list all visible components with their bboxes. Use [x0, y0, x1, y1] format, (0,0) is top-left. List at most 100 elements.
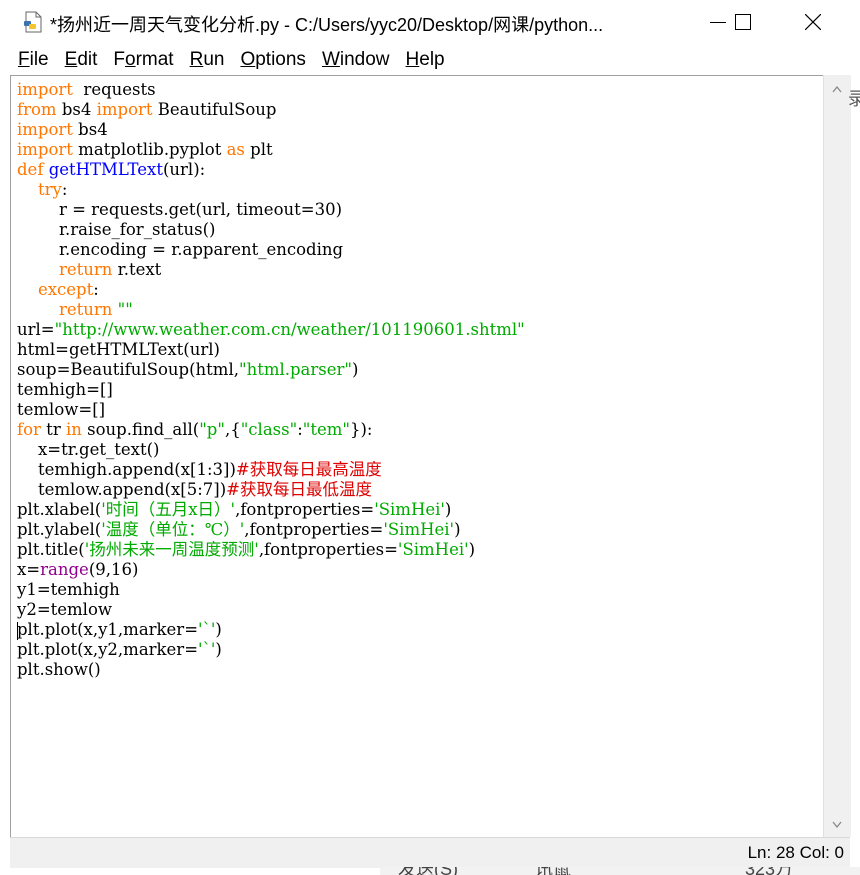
menu-format[interactable]: Format	[113, 49, 173, 71]
code-token: x=tr.get_text()	[17, 440, 160, 459]
code-token: plt.plot(x,y2,marker=	[17, 640, 199, 659]
code-line[interactable]: plt.plot(x,y2,marker='`')	[17, 640, 525, 660]
chevron-down-icon[interactable]	[832, 821, 842, 829]
background-count: 323万	[745, 867, 793, 875]
code-token: temlow=[]	[17, 400, 106, 419]
code-line[interactable]: y2=temlow	[17, 600, 525, 620]
code-token: }):	[350, 420, 373, 439]
code-token: (url):	[162, 160, 206, 179]
code-token: tr	[40, 420, 66, 439]
menu-edit[interactable]: Edit	[65, 49, 98, 71]
code-text[interactable]: import requests from bs4 import Beautiful…	[17, 80, 525, 680]
code-line[interactable]: temlow.append(x[5:7])#获取每日最低温度	[17, 480, 525, 500]
code-line[interactable]: return ""	[17, 300, 525, 320]
code-token: ,fontproperties=	[235, 500, 375, 519]
code-line[interactable]: try:	[17, 180, 525, 200]
code-line[interactable]: from bs4 import BeautifulSoup	[17, 100, 525, 120]
code-line[interactable]: import requests	[17, 80, 525, 100]
code-line[interactable]: plt.ylabel('温度（单位：℃）',fontproperties='Si…	[17, 520, 525, 540]
code-token: range	[40, 560, 89, 579]
code-line[interactable]: x=range(9,16)	[17, 560, 525, 580]
code-line[interactable]: x=tr.get_text()	[17, 440, 525, 460]
code-token: plt.ylabel(	[17, 520, 102, 539]
code-token: soup=BeautifulSoup(html,	[17, 360, 239, 379]
vertical-scrollbar[interactable]	[823, 75, 851, 837]
code-token: )	[215, 620, 222, 639]
background-label: 讯鼠	[535, 867, 571, 875]
code-token: :	[93, 280, 99, 299]
code-token: #获取每日最低温度	[226, 480, 372, 499]
code-line[interactable]: r.raise_for_status()	[17, 220, 525, 240]
code-token: html=getHTMLText(url)	[17, 340, 220, 359]
code-editor[interactable]: import requests from bs4 import Beautiful…	[10, 75, 825, 839]
code-line[interactable]: temhigh.append(x[1:3])#获取每日最高温度	[17, 460, 525, 480]
code-token: temhigh=[]	[17, 380, 113, 399]
code-line[interactable]: plt.plot(x,y1,marker='`')	[17, 620, 525, 640]
menu-options[interactable]: Options	[240, 49, 305, 71]
code-token: plt.title(	[17, 540, 85, 559]
code-line[interactable]: url="http://www.weather.com.cn/weather/1…	[17, 320, 525, 340]
menu-window[interactable]: Window	[322, 49, 390, 71]
code-token: matplotlib.pyplot	[72, 140, 227, 159]
menu-bar: File Edit Format Run Options Window Help	[0, 45, 860, 75]
code-token: requests	[72, 80, 156, 99]
menu-help[interactable]: Help	[406, 49, 445, 71]
code-token: temhigh.append(x[1:3])	[17, 460, 236, 479]
close-button[interactable]	[790, 0, 836, 45]
code-line[interactable]: r = requests.get(url, timeout=30)	[17, 200, 525, 220]
code-line[interactable]: for tr in soup.find_all("p",{"class":"te…	[17, 420, 525, 440]
code-token: '时间（五月x日）'	[101, 500, 236, 519]
code-token: '`'	[198, 620, 216, 639]
menu-run[interactable]: Run	[190, 49, 225, 71]
code-line[interactable]: html=getHTMLText(url)	[17, 340, 525, 360]
code-token: plt.plot(x,y1,marker=	[17, 620, 199, 639]
code-token: def	[17, 160, 44, 179]
code-token: return	[58, 260, 113, 279]
code-line[interactable]: r.encoding = r.apparent_encoding	[17, 240, 525, 260]
chevron-up-icon[interactable]	[832, 85, 842, 93]
code-token: )	[215, 640, 222, 659]
code-line[interactable]: except:	[17, 280, 525, 300]
cursor-position: Ln: 28 Col: 0	[747, 843, 844, 862]
code-token: "p"	[199, 420, 225, 439]
code-token: plt.show()	[17, 660, 101, 679]
code-token: from	[17, 100, 57, 119]
maximize-icon	[735, 14, 751, 30]
code-token: ,fontproperties=	[258, 540, 398, 559]
code-line[interactable]: import matplotlib.pyplot as plt	[17, 140, 525, 160]
code-line[interactable]: plt.show()	[17, 660, 525, 680]
code-line[interactable]: temhigh=[]	[17, 380, 525, 400]
code-line[interactable]: def getHTMLText(url):	[17, 160, 525, 180]
code-token: try	[37, 180, 62, 199]
code-line[interactable]: y1=temhigh	[17, 580, 525, 600]
code-token: soup.find_all(	[81, 420, 200, 439]
code-token: for	[17, 420, 41, 439]
code-line[interactable]: return r.text	[17, 260, 525, 280]
code-line[interactable]: soup=BeautifulSoup(html,"html.parser")	[17, 360, 525, 380]
title-bar[interactable]: *扬州近一周天气变化分析.py - C:/Users/yyc20/Desktop…	[0, 0, 860, 45]
menu-file[interactable]: File	[18, 49, 49, 71]
code-token: 'SimHei'	[374, 500, 445, 519]
code-line[interactable]: temlow=[]	[17, 400, 525, 420]
code-token: #获取每日最高温度	[235, 460, 382, 479]
code-token: as	[226, 140, 245, 159]
code-token: '扬州未来一周温度预测'	[84, 540, 259, 559]
status-bar: Ln: 28 Col: 0	[10, 837, 850, 868]
code-token: '`'	[198, 640, 216, 659]
code-line[interactable]: plt.xlabel('时间（五月x日）',fontproperties='Si…	[17, 500, 525, 520]
code-token: :	[61, 180, 68, 199]
code-token: x=	[17, 560, 41, 579]
code-token: in	[65, 420, 82, 439]
background-send-label: 发送(S)	[398, 867, 458, 875]
code-line[interactable]: import bs4	[17, 120, 525, 140]
code-line[interactable]: plt.title('扬州未来一周温度预测',fontproperties='S…	[17, 540, 525, 560]
code-token: "tem"	[302, 420, 350, 439]
code-token: url=	[17, 320, 55, 339]
code-token: ,{	[224, 420, 241, 439]
code-token: "http://www.weather.com.cn/weather/10119…	[54, 320, 525, 339]
maximize-button[interactable]	[720, 0, 766, 45]
code-token: )	[468, 540, 476, 559]
